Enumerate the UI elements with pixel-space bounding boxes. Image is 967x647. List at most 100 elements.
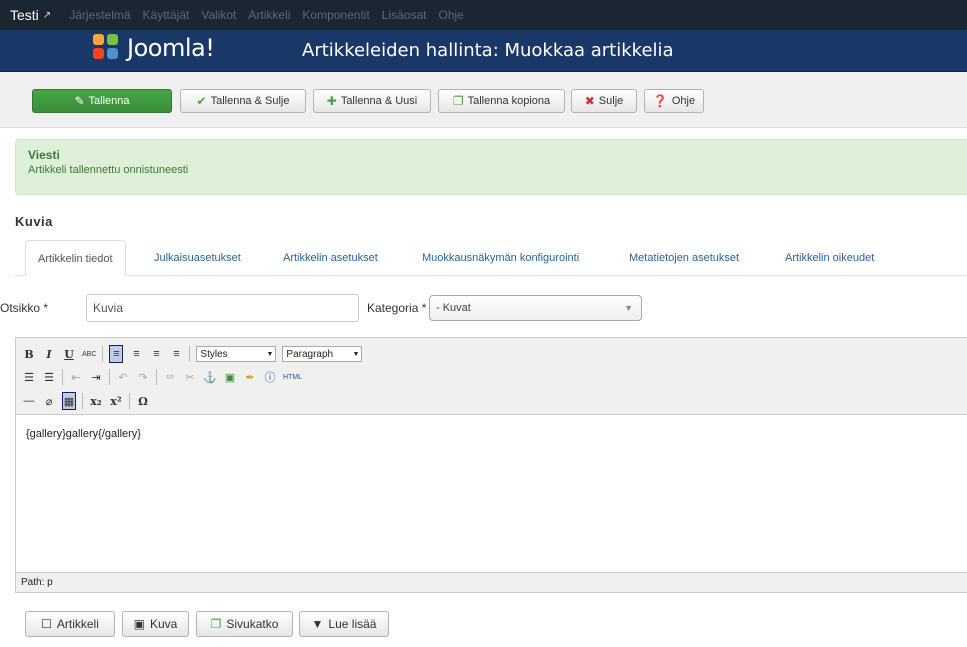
- save-close-label: Tallenna & Sulje: [210, 95, 290, 107]
- tab-permissions[interactable]: Artikkelin oikeudet: [785, 240, 874, 276]
- chevron-down-icon: ▼: [624, 303, 633, 313]
- numbered-list-button[interactable]: ☰: [42, 368, 56, 386]
- remove-format-button[interactable]: ⌀: [42, 392, 56, 410]
- nav-item-extensions[interactable]: Lisäosat: [382, 8, 427, 22]
- chevron-down-icon: ▼: [266, 350, 274, 358]
- insert-image-button[interactable]: ▣ Kuva: [122, 611, 189, 637]
- save-button[interactable]: ✎ Tallenna: [32, 89, 172, 113]
- check-icon: ✔: [196, 94, 207, 108]
- tab-metadata[interactable]: Metatietojen asetukset: [629, 240, 739, 276]
- rich-text-editor: B I U ABC ≡ ≡ ≡ ≡ Styles ▼ Paragraph ▼ ☰…: [15, 337, 967, 593]
- category-label: Kategoria *: [367, 301, 427, 315]
- insert-readmore-button[interactable]: ▼ Lue lisää: [299, 611, 389, 637]
- nav-item-help[interactable]: Ohje: [439, 8, 464, 22]
- styles-dropdown[interactable]: Styles ▼: [196, 346, 277, 362]
- save-new-label: Tallenna & Uusi: [340, 95, 418, 107]
- italic-button[interactable]: I: [42, 345, 56, 363]
- insert-pagebreak-label: Sivukatko: [226, 617, 279, 631]
- image-button[interactable]: ▣: [223, 368, 237, 386]
- align-left-button[interactable]: ≡: [109, 345, 124, 363]
- site-name: Testi: [10, 7, 39, 23]
- close-button[interactable]: ✖ Sulje: [571, 89, 637, 113]
- cancel-icon: ✖: [584, 94, 595, 108]
- top-navbar: Testi ↗ Järjestelmä Käyttäjät Valikot Ar…: [0, 0, 967, 30]
- tab-editing-layout[interactable]: Muokkausnäkymän konfigurointi: [422, 240, 579, 276]
- chevron-down-icon: ▼: [352, 350, 360, 358]
- save-copy-label: Tallenna kopiona: [467, 95, 551, 107]
- picture-icon: ▣: [133, 617, 145, 631]
- underline-button[interactable]: U: [62, 345, 76, 363]
- format-dropdown[interactable]: Paragraph ▼: [282, 346, 363, 362]
- save-copy-button[interactable]: ❐ Tallenna kopiona: [438, 89, 565, 113]
- align-center-button[interactable]: ≡: [129, 345, 143, 363]
- nav-item-users[interactable]: Käyttäjät: [143, 8, 190, 22]
- header-bar: Joomla! Artikkeleiden hallinta: Muokkaa …: [0, 30, 967, 72]
- format-dropdown-label: Paragraph: [286, 348, 334, 360]
- article-tabs: Artikkelin tiedot Julkaisuasetukset Arti…: [15, 240, 967, 276]
- save-button-label: Tallenna: [88, 95, 130, 107]
- editor-content[interactable]: {gallery}gallery{/gallery}: [26, 428, 141, 440]
- copy-icon: ❐: [210, 617, 222, 631]
- insert-article-label: Artikkeli: [56, 617, 99, 631]
- editor-path-bar: Path: p: [16, 572, 967, 592]
- message-title: Viesti: [28, 148, 60, 162]
- strikethrough-button[interactable]: ABC: [82, 345, 96, 363]
- chevron-down-icon: ▼: [311, 617, 324, 631]
- site-brand-link[interactable]: Testi ↗: [10, 7, 51, 23]
- close-label: Sulje: [598, 95, 624, 107]
- action-toolbar: ✎ Tallenna ✔ Tallenna & Sulje ✚ Tallenna…: [0, 72, 967, 128]
- success-message: Viesti Artikkeli tallennettu onnistunees…: [15, 139, 967, 195]
- redo-button[interactable]: ↷: [136, 368, 150, 386]
- file-add-icon: ☐: [41, 617, 52, 631]
- indent-button[interactable]: ⇥: [89, 368, 103, 386]
- title-label: Otsikko *: [0, 301, 49, 315]
- save-close-button[interactable]: ✔ Tallenna & Sulje: [180, 89, 306, 113]
- superscript-button[interactable]: x²: [109, 392, 123, 410]
- external-link-icon: ↗: [42, 9, 52, 21]
- plus-icon: ✚: [326, 94, 337, 108]
- nav-item-system[interactable]: Järjestelmä: [69, 8, 130, 22]
- tab-publishing[interactable]: Julkaisuasetukset: [154, 240, 241, 276]
- align-right-button[interactable]: ≡: [149, 345, 163, 363]
- help-button[interactable]: ❓ Ohje: [644, 89, 704, 113]
- link-button[interactable]: ∞: [163, 368, 177, 386]
- section-title: Kuvia: [15, 214, 53, 229]
- horizontal-rule-button[interactable]: —: [22, 392, 36, 410]
- help-label: Ohje: [671, 95, 696, 107]
- nav-item-components[interactable]: Komponentit: [302, 8, 369, 22]
- category-select[interactable]: - Kuvat ▼: [429, 295, 642, 321]
- special-char-button[interactable]: Ω: [136, 392, 150, 410]
- logo-text: Joomla!: [127, 34, 215, 62]
- joomla-logo: Joomla!: [93, 34, 215, 62]
- anchor-button[interactable]: ⚓: [203, 368, 217, 386]
- category-value: - Kuvat: [436, 302, 471, 314]
- align-justify-button[interactable]: ≡: [169, 345, 183, 363]
- copy-icon: ❐: [452, 94, 464, 108]
- undo-button[interactable]: ↶: [116, 368, 130, 386]
- page-title: Artikkeleiden hallinta: Muokkaa artikkel…: [302, 40, 674, 61]
- styles-dropdown-label: Styles: [200, 348, 228, 360]
- insert-readmore-label: Lue lisää: [328, 617, 377, 631]
- nav-item-content[interactable]: Artikkeli: [248, 8, 290, 22]
- outdent-button[interactable]: ⇤: [69, 368, 83, 386]
- html-source-button[interactable]: HTML: [283, 368, 302, 386]
- joomla-logo-icon: [93, 34, 121, 62]
- save-new-button[interactable]: ✚ Tallenna & Uusi: [313, 89, 431, 113]
- insert-article-button[interactable]: ☐ Artikkeli: [25, 611, 115, 637]
- tab-article-details[interactable]: Artikkelin tiedot: [25, 240, 126, 276]
- subscript-button[interactable]: x₂: [89, 392, 103, 410]
- bold-button[interactable]: B: [22, 345, 36, 363]
- visual-aid-button[interactable]: ▦: [62, 392, 76, 410]
- help-button-editor[interactable]: ⓘ: [263, 368, 277, 386]
- insert-pagebreak-button[interactable]: ❐ Sivukatko: [196, 611, 293, 637]
- bullet-list-button[interactable]: ☰: [22, 368, 36, 386]
- nav-item-menus[interactable]: Valikot: [201, 8, 236, 22]
- cleanup-button[interactable]: ✒: [243, 368, 257, 386]
- tab-article-options[interactable]: Artikkelin asetukset: [283, 240, 378, 276]
- question-icon: ❓: [652, 94, 668, 108]
- editor-toolbar: B I U ABC ≡ ≡ ≡ ≡ Styles ▼ Paragraph ▼ ☰…: [16, 338, 967, 415]
- message-text: Artikkeli tallennettu onnistuneesti: [28, 164, 189, 176]
- title-input[interactable]: Kuvia: [86, 294, 359, 322]
- unlink-button[interactable]: ✂: [183, 368, 197, 386]
- insert-image-label: Kuva: [149, 617, 178, 631]
